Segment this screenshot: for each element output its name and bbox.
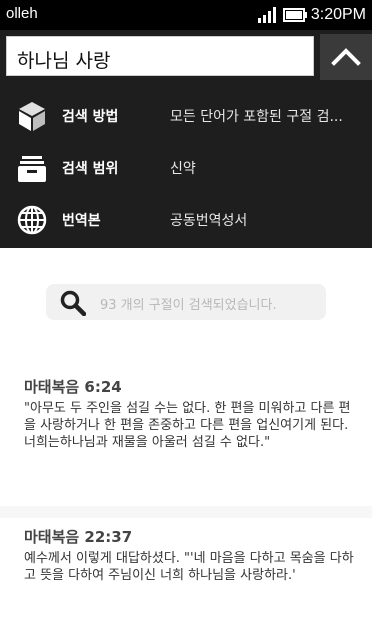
verse-text: 예수께서 이렇게 대답하셨다. "'네 마음을 다하고 목숨을 다하고 뜻을 다… — [24, 551, 354, 583]
option-translation[interactable]: 번역본 공동번역성서 — [0, 194, 372, 246]
carrier-name: olleh — [6, 5, 38, 22]
results-area[interactable]: 93 개의 구절이 검색되었습니다. 마태복음 6:24 "아무도 두 주인을 … — [0, 248, 372, 620]
drawer-icon — [18, 156, 46, 182]
result-count-box: 93 개의 구절이 검색되었습니다. — [46, 284, 326, 320]
collapse-button[interactable] — [320, 34, 372, 80]
signal-icon — [257, 7, 276, 23]
verse-text: "아무도 두 주인을 섬길 수는 없다. 한 편을 미워하고 다른 편을 사랑하… — [24, 401, 351, 450]
status-icons: 3:20PM — [257, 4, 366, 26]
option-value: 신약 — [170, 161, 196, 177]
verse-reference: 마태복음 22:37 — [24, 528, 133, 546]
option-search-scope[interactable]: 검색 범위 신약 — [0, 142, 372, 194]
verse-reference: 마태복음 6:24 — [24, 378, 122, 396]
verse-item[interactable]: 마태복음 22:37 예수께서 이렇게 대답하셨다. "'네 마음을 다하고 목… — [0, 518, 372, 620]
option-label: 검색 방법 — [62, 109, 119, 125]
globe-icon — [17, 205, 47, 235]
verse-item[interactable]: 마태복음 6:24 "아무도 두 주인을 섬길 수는 없다. 한 편을 미워하고… — [0, 368, 372, 506]
option-label: 검색 범위 — [62, 161, 119, 177]
chevron-up-icon — [331, 48, 361, 66]
search-icon — [60, 290, 86, 316]
clock: 3:20PM — [310, 6, 366, 23]
divider — [0, 506, 372, 518]
option-label: 번역본 — [62, 213, 101, 229]
cube-icon — [19, 102, 45, 131]
search-panel: 하나님 사랑 검색 방법 모든 단어가 포함된 구절 검... 검색 범위 신약 — [0, 30, 372, 248]
status-bar: olleh 3:20PM — [0, 0, 372, 30]
search-query: 하나님 사랑 — [17, 50, 111, 72]
search-input[interactable]: 하나님 사랑 — [6, 36, 314, 76]
battery-icon — [282, 8, 307, 22]
option-search-method[interactable]: 검색 방법 모든 단어가 포함된 구절 검... — [0, 90, 372, 142]
option-value: 모든 단어가 포함된 구절 검... — [170, 109, 343, 125]
result-count-text: 93 개의 구절이 검색되었습니다. — [100, 298, 277, 313]
option-value: 공동번역성서 — [170, 213, 248, 229]
